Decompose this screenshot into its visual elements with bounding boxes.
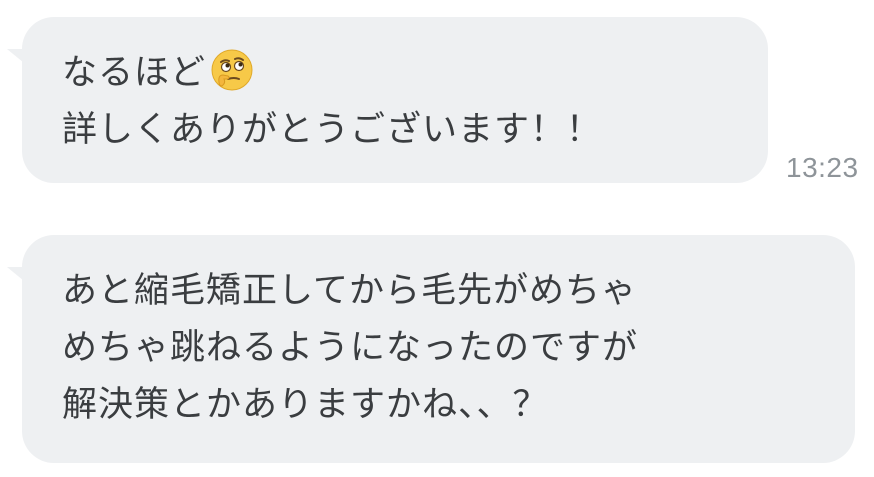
message-bubble-1[interactable]: なるほど 詳しくありがとうございます！！ (22, 17, 768, 183)
message-line: あと縮毛矯正してから毛先がめちゃ (62, 271, 637, 311)
message-timestamp: 13:23 (786, 152, 859, 183)
message-line: 解決策とかありますかね、、？ (62, 385, 549, 425)
message-bubble-2[interactable]: あと縮毛矯正してから毛先がめちゃ めちゃ跳ねるようになったのですが 解決策とかあ… (22, 235, 855, 463)
message-line: めちゃ跳ねるようになったのですが (62, 328, 639, 368)
message-line: 詳しくありがとうございます！！ (62, 110, 603, 150)
thinking-face-icon (210, 48, 254, 92)
message-line: なるほど (62, 45, 740, 102)
